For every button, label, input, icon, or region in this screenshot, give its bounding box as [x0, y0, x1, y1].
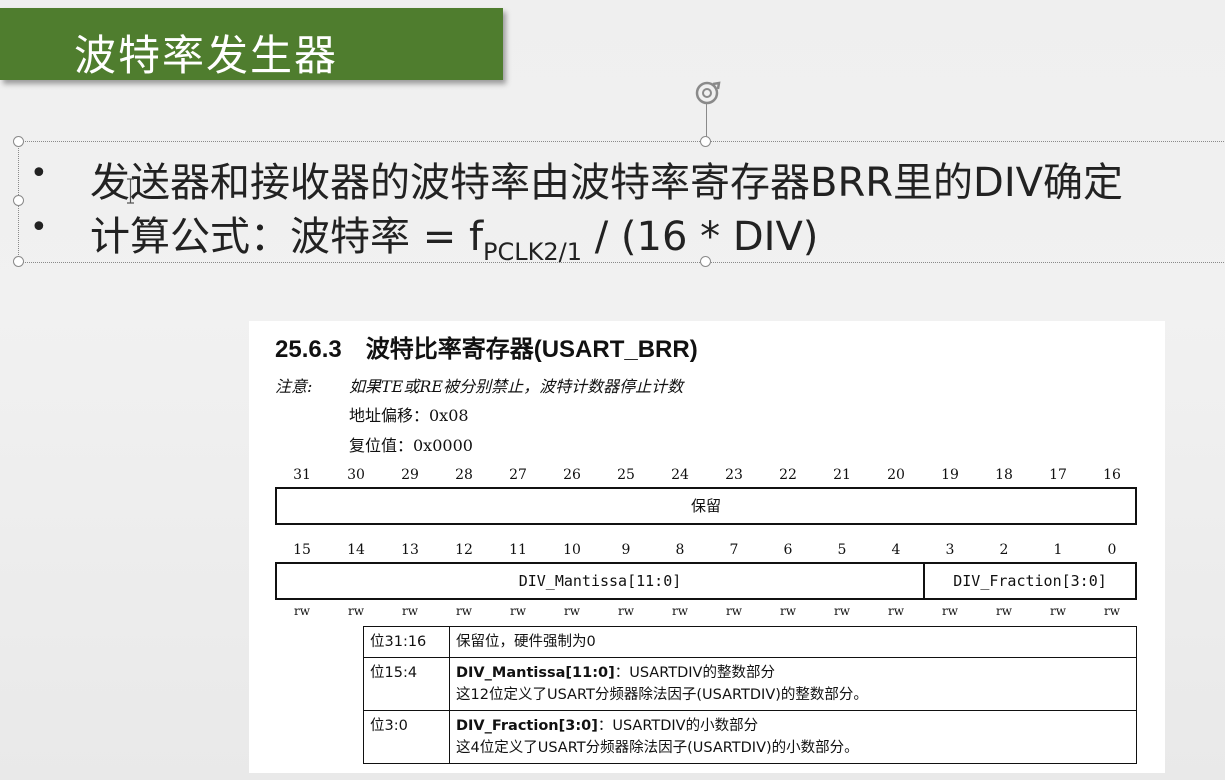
note-label: 注意:	[275, 377, 313, 396]
register-low-half: DIV_Mantissa[11:0] DIV_Fraction[3:0]	[275, 562, 1137, 600]
formula-prefix: 计算公式：波特率 = f	[90, 214, 484, 260]
desc-line1: ：USARTDIV的小数部分	[597, 718, 759, 734]
table-row: 位15:4 DIV_Mantissa[11:0]：USARTDIV的整数部分 这…	[363, 657, 1137, 711]
desc-line1: 保留位，硬件强制为0	[456, 634, 596, 650]
access-label: rw	[1049, 604, 1066, 618]
bullet-dot: •	[30, 156, 48, 191]
bullet-dot: •	[30, 210, 48, 245]
text-cursor-icon	[127, 178, 134, 204]
access-label: rw	[833, 604, 850, 618]
bits-cell: 位15:4	[363, 657, 450, 711]
access-label: rw	[401, 604, 418, 618]
access-label: rw	[779, 604, 796, 618]
high-bit-numbers: 31 30 29 28 27 26 25 24 23 22 21 20 19 18 17 16	[275, 467, 1139, 485]
bit-number: 27	[509, 467, 527, 483]
access-label: rw	[617, 604, 634, 618]
bit-number: 12	[455, 542, 473, 558]
resize-handle-top-center[interactable]	[700, 136, 711, 147]
access-label: rw	[455, 604, 472, 618]
bit-number: 13	[401, 542, 419, 558]
resize-handle-middle-left[interactable]	[13, 195, 24, 206]
bit-number: 3	[945, 542, 955, 558]
bit-number: 23	[725, 467, 743, 483]
formula-suffix: / (16 * DIV)	[582, 214, 819, 260]
desc-line2: 这12位定义了USART分频器除法因子(USARTDIV)的整数部分。	[456, 687, 868, 703]
table-row: 位31:16 保留位，硬件强制为0	[363, 626, 1137, 658]
access-label: rw	[563, 604, 580, 618]
table-row: 位3:0 DIV_Fraction[3:0]：USARTDIV的小数部分 这4位…	[363, 710, 1137, 764]
bit-number: 26	[563, 467, 581, 483]
bit-number: 24	[671, 467, 689, 483]
access-label: rw	[671, 604, 688, 618]
mantissa-field: DIV_Mantissa[11:0]	[277, 564, 925, 598]
access-label: rw	[725, 604, 742, 618]
note-text: 如果TE或RE被分别禁止，波特计数器停止计数	[349, 377, 684, 396]
fraction-field: DIV_Fraction[3:0]	[953, 572, 1107, 590]
bit-number: 4	[891, 542, 901, 558]
formula-subscript: PCLK2/1	[483, 238, 582, 266]
desc-cell: DIV_Mantissa[11:0]：USARTDIV的整数部分 这12位定义了…	[449, 657, 1137, 711]
reset-value: 复位值：0x0000	[349, 436, 473, 455]
bit-number: 1	[1053, 542, 1063, 558]
reserved-field: 保留	[690, 497, 721, 515]
access-label: rw	[941, 604, 958, 618]
bit-number: 15	[293, 542, 311, 558]
bits-cell: 位3:0	[363, 710, 450, 764]
bit-number: 25	[617, 467, 635, 483]
bit-number: 14	[347, 542, 365, 558]
bit-number: 6	[783, 542, 793, 558]
bit-number: 10	[563, 542, 581, 558]
bit-number: 30	[347, 467, 365, 483]
bit-number: 0	[1107, 542, 1117, 558]
access-label: rw	[347, 604, 364, 618]
bullet-text: 发送器和接收器的波特率由波特率寄存器BRR里的DIV确定	[90, 160, 1123, 206]
low-bit-numbers: 15 14 13 12 11 10 9 8 7 6 5 4 3 2 1 0	[275, 542, 1139, 560]
access-label: rw	[995, 604, 1012, 618]
rotate-handle-stem	[706, 104, 707, 140]
bit-number: 9	[621, 542, 631, 558]
datasheet-image: 25.6.3 波特比率寄存器(USART_BRR) 注意: 如果TE或RE被分别…	[249, 321, 1165, 773]
formula-text: 计算公式：波特率 = fPCLK2/1 / (16 * DIV)	[90, 204, 818, 266]
bit-description-table: 位31:16 保留位，硬件强制为0 位15:4 DIV_Mantissa[11:…	[363, 626, 1137, 764]
access-label: rw	[293, 604, 310, 618]
bit-number: 29	[401, 467, 419, 483]
bit-number: 2	[999, 542, 1009, 558]
slide-title: 波特率发生器	[74, 31, 339, 80]
desc-cell: 保留位，硬件强制为0	[449, 626, 1137, 658]
desc-cell: DIV_Fraction[3:0]：USARTDIV的小数部分 这4位定义了US…	[449, 710, 1137, 764]
bit-number: 11	[509, 542, 527, 558]
resize-handle-top-left[interactable]	[13, 136, 24, 147]
bit-number: 22	[779, 467, 797, 483]
bit-number: 20	[887, 467, 905, 483]
bits-cell: 位31:16	[363, 626, 450, 658]
bit-number: 18	[995, 467, 1013, 483]
bit-number: 19	[941, 467, 959, 483]
desc-field-name: DIV_Fraction[3:0]	[456, 718, 598, 734]
slide-title-bar: 波特率发生器	[0, 8, 503, 80]
access-label: rw	[509, 604, 526, 618]
bit-number: 7	[729, 542, 739, 558]
bit-number: 16	[1103, 467, 1121, 483]
access-label: rw	[887, 604, 904, 618]
bit-number: 5	[837, 542, 847, 558]
register-high-half: 保留	[275, 487, 1137, 525]
bit-number: 8	[675, 542, 685, 558]
rotate-handle-icon[interactable]	[693, 79, 721, 107]
resize-handle-bottom-left[interactable]	[13, 256, 24, 267]
bit-number: 17	[1049, 467, 1067, 483]
bit-number: 31	[293, 467, 311, 483]
access-label: rw	[1103, 604, 1120, 618]
access-row: rw rw rw rw rw rw rw rw rw rw rw rw rw rw rw rw	[275, 604, 1139, 618]
section-title: 25.6.3 波特比率寄存器(USART_BRR)	[275, 336, 698, 363]
address-offset: 地址偏移：0x08	[349, 406, 469, 425]
desc-line2: 这4位定义了USART分频器除法因子(USARTDIV)的小数部分。	[456, 740, 859, 756]
desc-field-name: DIV_Mantissa[11:0]	[456, 665, 615, 681]
desc-line1: ：USARTDIV的整数部分	[614, 665, 775, 681]
bit-number: 28	[455, 467, 473, 483]
bit-number: 21	[833, 467, 851, 483]
